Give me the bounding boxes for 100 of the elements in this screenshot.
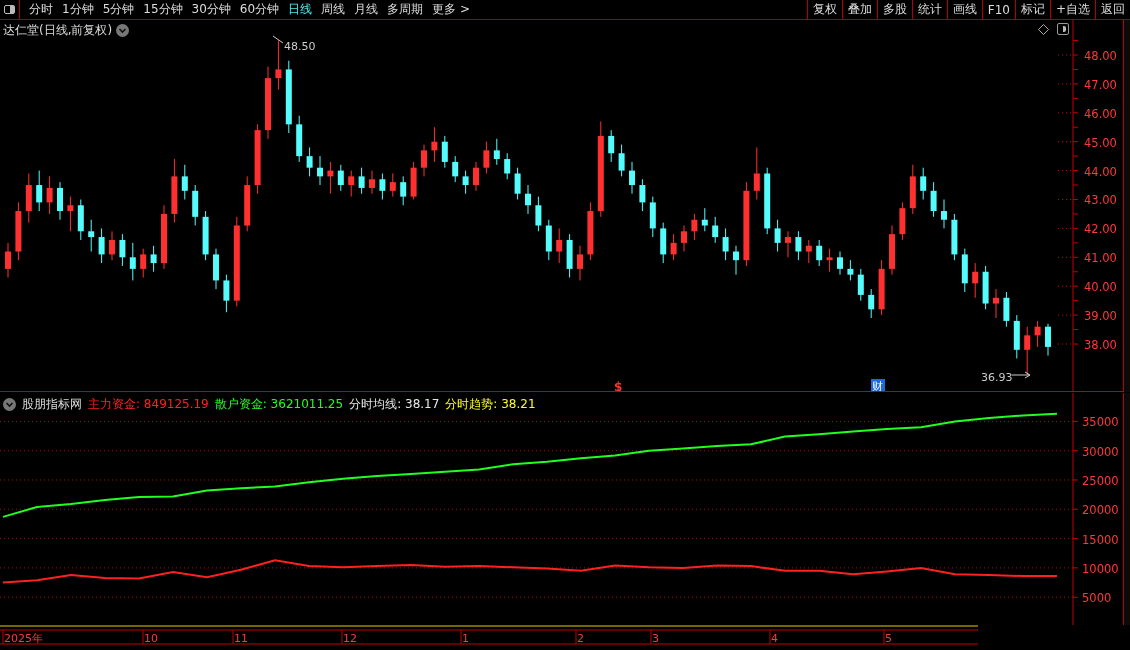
period-tab[interactable]: 60分钟 xyxy=(239,1,280,18)
candle xyxy=(712,216,719,244)
candle xyxy=(5,242,11,279)
candle xyxy=(1024,326,1031,376)
candle xyxy=(618,144,625,177)
price-axis-label: 46.00 xyxy=(1084,106,1117,121)
price-axis-label: 42.00 xyxy=(1084,222,1117,237)
date-axis-label: 10 xyxy=(144,632,158,645)
candle xyxy=(649,196,656,238)
candle xyxy=(1013,314,1020,359)
candle xyxy=(421,144,427,177)
candle xyxy=(77,199,84,241)
panel-toggle-icon[interactable] xyxy=(1057,23,1069,35)
candle xyxy=(660,222,667,264)
price-axis-label: 40.00 xyxy=(1084,280,1117,295)
period-tab[interactable]: 15分钟 xyxy=(143,1,183,18)
candle xyxy=(275,40,282,91)
candle xyxy=(369,170,375,195)
candle xyxy=(930,181,937,218)
period-tab[interactable]: 分时 xyxy=(29,1,53,18)
candle xyxy=(566,233,573,279)
value-axis-label: 35000 xyxy=(1082,415,1119,430)
price-axis-label: 48.00 xyxy=(1084,48,1117,63)
candle xyxy=(525,184,531,215)
candle xyxy=(909,164,916,215)
signal-marker: $ xyxy=(614,380,623,392)
candle xyxy=(67,196,74,232)
indicator-name: 股朋指标网 xyxy=(22,396,82,413)
candle xyxy=(140,248,147,279)
dropdown-icon[interactable] xyxy=(3,398,16,411)
candle xyxy=(785,230,791,258)
date-axis-label: 4 xyxy=(771,632,778,645)
date-axis-label: 11 xyxy=(234,632,248,645)
value-axis-label: 25000 xyxy=(1082,474,1119,488)
candle xyxy=(389,173,396,198)
candle xyxy=(358,167,365,195)
period-tab[interactable]: 周线 xyxy=(321,1,346,18)
candle xyxy=(795,230,802,261)
period-tab[interactable]: 5分钟 xyxy=(102,1,135,18)
value-axis-label: 30000 xyxy=(1082,444,1119,459)
date-axis-label: 3 xyxy=(652,632,659,645)
candle xyxy=(961,248,968,293)
candle xyxy=(202,210,209,261)
period-tab[interactable]: 多周期 xyxy=(387,1,424,18)
date-axis-label: 1 xyxy=(462,632,469,645)
candle xyxy=(119,233,126,267)
high-leader-line xyxy=(272,35,284,44)
candle xyxy=(826,248,833,273)
date-axis-label: 5 xyxy=(885,632,892,645)
candle xyxy=(129,242,136,281)
candle xyxy=(514,167,521,200)
candle xyxy=(317,155,323,186)
candle xyxy=(629,161,635,195)
price-axis-label: 47.00 xyxy=(1084,77,1117,92)
candle xyxy=(837,251,843,276)
candle xyxy=(920,167,927,200)
diamond-icon[interactable] xyxy=(1038,23,1049,35)
price-axis-label: 43.00 xyxy=(1084,193,1117,208)
candle xyxy=(296,115,303,163)
candle xyxy=(608,129,615,163)
candle xyxy=(171,158,178,224)
candle xyxy=(244,175,251,232)
period-tab[interactable]: 30分钟 xyxy=(191,1,231,18)
candle xyxy=(691,213,698,241)
candle xyxy=(993,288,999,319)
candle xyxy=(868,288,875,319)
candle xyxy=(753,146,760,200)
candle xyxy=(379,173,386,200)
date-axis-label: 2025年 xyxy=(4,632,43,645)
candle xyxy=(982,265,989,310)
candle xyxy=(150,245,157,273)
period-tab[interactable]: 1分钟 xyxy=(62,1,94,18)
candle xyxy=(899,201,906,241)
candle xyxy=(816,239,823,267)
dropdown-icon[interactable] xyxy=(116,24,130,37)
candle xyxy=(452,155,459,183)
candle xyxy=(337,164,344,192)
low-leader-line xyxy=(1011,371,1031,379)
candle xyxy=(764,167,771,235)
candle xyxy=(15,201,22,261)
candle xyxy=(889,225,895,276)
more-menu[interactable]: 更多 > xyxy=(432,1,470,18)
period-tab[interactable]: 月线 xyxy=(354,1,379,18)
candle xyxy=(951,213,958,261)
candle xyxy=(400,175,407,206)
candle xyxy=(878,259,885,316)
candle xyxy=(1003,291,1010,328)
candle xyxy=(192,184,199,226)
legend-item: 分时趋势: 38.21 xyxy=(445,396,536,413)
candle xyxy=(88,219,95,252)
candle xyxy=(36,170,43,212)
chart-title: 达仁堂(日线,前复权) xyxy=(3,22,113,39)
candle xyxy=(493,138,500,166)
candle xyxy=(545,219,552,261)
candle xyxy=(441,135,448,169)
candle xyxy=(161,204,167,270)
price-axis-label: 38.00 xyxy=(1084,338,1117,352)
candle xyxy=(181,164,188,200)
period-tab[interactable]: 日线 xyxy=(288,1,313,18)
candle xyxy=(535,196,542,232)
